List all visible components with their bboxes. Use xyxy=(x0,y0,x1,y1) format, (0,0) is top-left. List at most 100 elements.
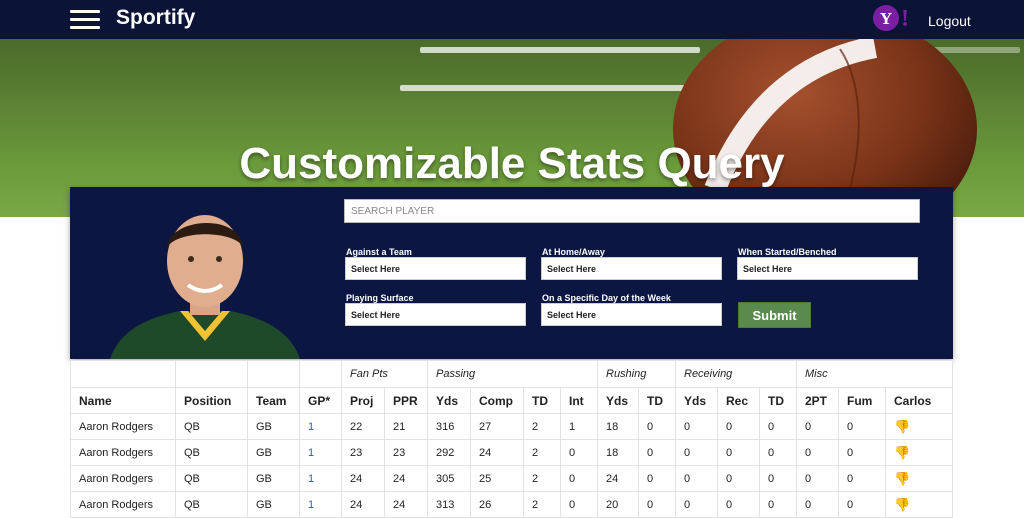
table-cell: 1 xyxy=(299,491,342,518)
column-header[interactable]: Comp xyxy=(470,387,524,414)
table-cell: 0 xyxy=(717,465,760,492)
group-misc: Misc xyxy=(796,360,953,388)
filter-label-team: Against a Team xyxy=(346,247,412,257)
filter-select-team[interactable]: Select Here xyxy=(345,257,526,280)
carlos-cell: 👎 xyxy=(885,439,953,466)
table-row[interactable]: Aaron Rodgers QB GB 1 23 23 292 24 2 0 18 0 0 0 0 0 0 👎 xyxy=(70,439,953,466)
brand-name[interactable]: Sportify xyxy=(116,6,195,30)
thumbs-down-icon[interactable]: 👎 xyxy=(894,471,910,486)
table-row[interactable]: Aaron Rodgers QB GB 1 24 24 305 25 2 0 24 0 0 0 0 0 0 👎 xyxy=(70,465,953,492)
svg-text:Y: Y xyxy=(880,9,892,28)
table-cell: 2 xyxy=(523,413,561,440)
thumbs-down-icon[interactable]: 👎 xyxy=(894,445,910,460)
table-cell: 0 xyxy=(838,439,886,466)
table-cell: 20 xyxy=(597,491,639,518)
column-header[interactable]: Proj xyxy=(341,387,385,414)
filter-select-home-away[interactable]: Select Here xyxy=(541,257,722,280)
stats-table: Fan Pts Passing Rushing Receiving Misc N… xyxy=(70,360,953,518)
table-cell: 0 xyxy=(675,491,718,518)
column-header[interactable]: 2PT xyxy=(796,387,839,414)
table-cell: 26 xyxy=(470,491,524,518)
column-header[interactable]: Yds xyxy=(675,387,718,414)
table-cell: 0 xyxy=(717,491,760,518)
table-cell: 24 xyxy=(597,465,639,492)
table-cell: GB xyxy=(247,491,300,518)
menu-icon[interactable] xyxy=(70,10,100,30)
column-header[interactable]: Team xyxy=(247,387,300,414)
table-cell: 0 xyxy=(717,413,760,440)
top-bar: Sportify Y ! Logout xyxy=(0,0,1024,39)
table-cell: 0 xyxy=(759,465,797,492)
submit-button[interactable]: Submit xyxy=(738,302,811,328)
table-cell: 0 xyxy=(759,439,797,466)
column-header[interactable]: Int xyxy=(560,387,598,414)
table-cell: 316 xyxy=(427,413,471,440)
table-cell: 18 xyxy=(597,413,639,440)
table-cell: 25 xyxy=(470,465,524,492)
table-cell: 0 xyxy=(638,465,676,492)
table-cell: 0 xyxy=(638,413,676,440)
search-player-input[interactable]: SEARCH PLAYER xyxy=(344,199,920,223)
table-cell: 0 xyxy=(838,491,886,518)
table-cell: Aaron Rodgers xyxy=(70,413,176,440)
table-cell: 0 xyxy=(759,491,797,518)
filter-label-day-of-week: On a Specific Day of the Week xyxy=(542,293,671,303)
query-panel: SEARCH PLAYER Against a Team Select Here… xyxy=(70,187,953,359)
filter-select-surface[interactable]: Select Here xyxy=(345,303,526,326)
thumbs-down-icon[interactable]: 👎 xyxy=(894,497,910,512)
table-cell: 1 xyxy=(299,465,342,492)
logout-link[interactable]: Logout xyxy=(928,13,971,29)
table-cell: 24 xyxy=(341,491,385,518)
column-header[interactable]: TD xyxy=(523,387,561,414)
column-header[interactable]: Position xyxy=(175,387,248,414)
column-header[interactable]: TD xyxy=(638,387,676,414)
column-header[interactable]: Carlos xyxy=(885,387,953,414)
table-cell: QB xyxy=(175,465,248,492)
table-cell: GB xyxy=(247,439,300,466)
filter-select-day-of-week[interactable]: Select Here xyxy=(541,303,722,326)
table-cell: 0 xyxy=(796,491,839,518)
table-cell: GB xyxy=(247,465,300,492)
column-header[interactable]: Rec xyxy=(717,387,760,414)
table-cell: 23 xyxy=(341,439,385,466)
table-cell: 1 xyxy=(299,439,342,466)
carlos-cell: 👎 xyxy=(885,413,953,440)
table-row[interactable]: Aaron Rodgers QB GB 1 22 21 316 27 2 1 18 0 0 0 0 0 0 👎 xyxy=(70,413,953,440)
column-header[interactable]: PPR xyxy=(384,387,428,414)
table-cell: 0 xyxy=(675,413,718,440)
table-cell: 2 xyxy=(523,491,561,518)
column-header[interactable]: Yds xyxy=(597,387,639,414)
group-rushing: Rushing xyxy=(597,360,676,388)
table-row[interactable]: Aaron Rodgers QB GB 1 24 24 313 26 2 0 20 0 0 0 0 0 0 👎 xyxy=(70,491,953,518)
filter-select-started-benched[interactable]: Select Here xyxy=(737,257,918,280)
table-cell: 292 xyxy=(427,439,471,466)
table-cell: QB xyxy=(175,439,248,466)
table-cell: 21 xyxy=(384,413,428,440)
table-cell: 2 xyxy=(523,439,561,466)
column-header[interactable]: Yds xyxy=(427,387,471,414)
table-cell: 0 xyxy=(675,465,718,492)
carlos-cell: 👎 xyxy=(885,465,953,492)
column-header[interactable]: GP* xyxy=(299,387,342,414)
table-cell: 27 xyxy=(470,413,524,440)
table-cell: 0 xyxy=(560,491,598,518)
column-header[interactable]: Name xyxy=(70,387,176,414)
table-group-row: Fan Pts Passing Rushing Receiving Misc xyxy=(70,360,953,388)
filter-label-home-away: At Home/Away xyxy=(542,247,605,257)
stats-table-container: Fan Pts Passing Rushing Receiving Misc N… xyxy=(70,360,953,518)
column-header[interactable]: Fum xyxy=(838,387,886,414)
table-cell: 0 xyxy=(560,465,598,492)
thumbs-down-icon[interactable]: 👎 xyxy=(894,419,910,434)
table-cell: 24 xyxy=(470,439,524,466)
filter-label-started-benched: When Started/Benched xyxy=(738,247,837,257)
table-cell: Aaron Rodgers xyxy=(70,439,176,466)
column-header[interactable]: TD xyxy=(759,387,797,414)
group-passing: Passing xyxy=(427,360,598,388)
table-cell: 0 xyxy=(638,439,676,466)
table-cell: QB xyxy=(175,413,248,440)
table-cell: 0 xyxy=(796,465,839,492)
carlos-cell: 👎 xyxy=(885,491,953,518)
svg-text:!: ! xyxy=(901,6,909,32)
table-cell: 18 xyxy=(597,439,639,466)
table-cell: 1 xyxy=(560,413,598,440)
